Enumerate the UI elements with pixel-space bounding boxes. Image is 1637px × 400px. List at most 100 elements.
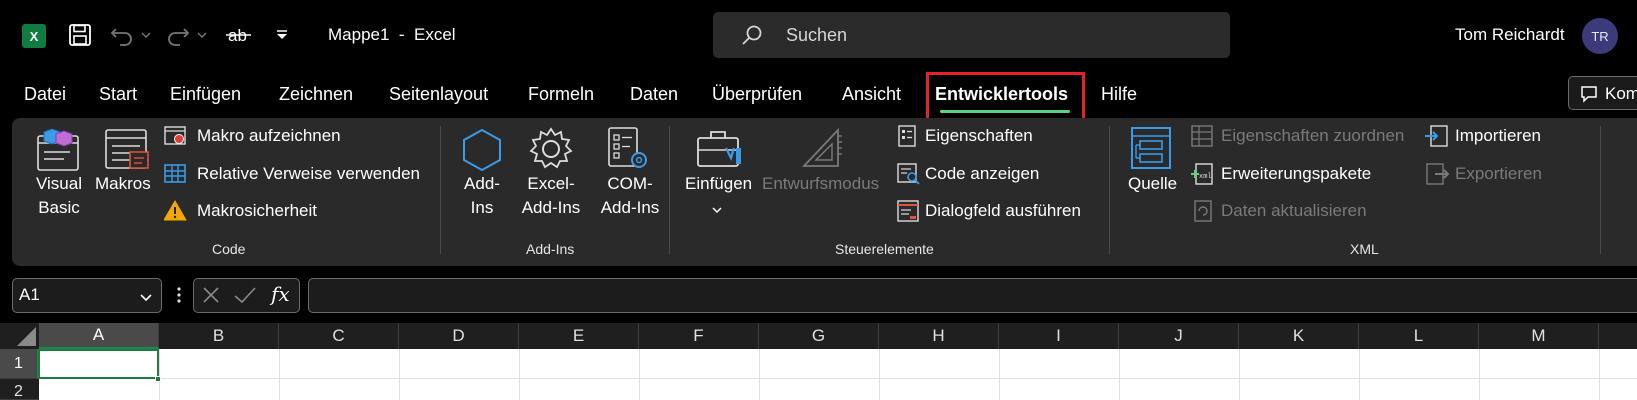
grid-line (519, 349, 520, 400)
warning-icon (163, 200, 188, 227)
row-header-1[interactable]: 1 (0, 349, 39, 379)
redo-icon[interactable] (160, 20, 194, 50)
grid-line (1359, 349, 1360, 400)
tab-einfuegen[interactable]: Einfügen (170, 84, 241, 105)
relative-references-icon (164, 163, 188, 190)
visual-basic-label-line1: Visual (36, 174, 82, 193)
com-addins-button[interactable]: COM- Add-Ins (596, 172, 664, 220)
tab-ansicht[interactable]: Ansicht (842, 84, 901, 105)
group-label-xml: XML (1350, 241, 1379, 257)
tab-formeln[interactable]: Formeln (528, 84, 594, 105)
design-mode-button[interactable]: Entwurfsmodus (762, 174, 879, 194)
undo-icon[interactable] (106, 20, 140, 50)
visual-basic-button[interactable]: Visual Basic (30, 172, 88, 220)
customize-toolbar-icon[interactable] (272, 20, 292, 50)
visual-basic-label-line2: Basic (38, 198, 80, 217)
refresh-data-icon (1191, 200, 1215, 227)
gear-icon[interactable] (528, 126, 574, 177)
chevron-down-icon[interactable] (139, 290, 153, 308)
macros-icon[interactable] (104, 128, 152, 177)
excel-addins-button[interactable]: Excel- Add-Ins (518, 172, 584, 220)
view-code-button[interactable]: Code anzeigen (925, 164, 1039, 184)
strikethrough-icon[interactable]: ab (222, 20, 256, 50)
map-properties-button[interactable]: Eigenschaften zuordnen (1221, 126, 1404, 146)
tab-seitenlayout[interactable]: Seitenlayout (389, 84, 488, 105)
addins-icon[interactable] (460, 128, 504, 177)
formula-input[interactable] (308, 278, 1637, 313)
tab-datei[interactable]: Datei (24, 84, 66, 105)
xml-source-icon[interactable] (1130, 126, 1174, 177)
tab-start[interactable]: Start (99, 84, 137, 105)
user-name[interactable]: Tom Reichardt (1455, 25, 1565, 45)
run-dialog-button[interactable]: Dialogfeld ausführen (925, 201, 1081, 221)
addins-button[interactable]: Add- Ins (458, 172, 506, 220)
grid-line (879, 349, 880, 400)
xml-source-button[interactable]: Quelle (1128, 174, 1177, 194)
design-mode-icon[interactable] (800, 126, 846, 177)
visual-basic-icon[interactable] (36, 128, 82, 177)
chevron-down-icon[interactable] (711, 202, 723, 220)
column-header-j[interactable]: J (1119, 323, 1239, 349)
tab-zeichnen[interactable]: Zeichnen (279, 84, 353, 105)
com-addins-icon[interactable] (606, 126, 650, 177)
toolbox-icon[interactable] (696, 128, 744, 177)
column-header-m[interactable]: M (1479, 323, 1599, 349)
expansion-packs-icon: xml (1191, 163, 1215, 190)
cancel-icon[interactable] (201, 285, 221, 310)
insert-control-button[interactable]: Einfügen (685, 174, 752, 194)
grid-line (39, 378, 1637, 379)
avatar[interactable]: TR (1582, 18, 1618, 54)
excel-addins-label-line2: Add-Ins (521, 198, 581, 217)
group-separator (669, 126, 670, 254)
column-header-f[interactable]: F (639, 323, 759, 349)
column-header-k[interactable]: K (1239, 323, 1359, 349)
record-macro-icon (164, 125, 188, 152)
insert-function-button[interactable]: fx (271, 282, 290, 306)
save-icon[interactable] (66, 20, 94, 50)
undo-dropdown-icon[interactable] (140, 20, 152, 50)
tab-hilfe[interactable]: Hilfe (1101, 84, 1137, 105)
name-box-value[interactable]: A1 (19, 285, 40, 305)
comments-label[interactable]: Kom (1605, 84, 1637, 104)
column-header-b[interactable]: B (159, 323, 279, 349)
column-header-h[interactable]: H (879, 323, 999, 349)
group-separator (1109, 126, 1110, 254)
grid-line (1479, 349, 1480, 400)
active-cell[interactable] (38, 349, 159, 379)
column-header-i[interactable]: I (999, 323, 1119, 349)
column-header-g[interactable]: G (759, 323, 879, 349)
column-header-e[interactable]: E (519, 323, 639, 349)
column-header-a[interactable]: A (39, 323, 159, 349)
tab-daten[interactable]: Daten (630, 84, 678, 105)
confirm-icon[interactable] (233, 285, 257, 310)
export-icon (1425, 163, 1450, 190)
refresh-data-button[interactable]: Daten aktualisieren (1221, 201, 1367, 221)
column-header-d[interactable]: D (399, 323, 519, 349)
addins-label-line1: Add- (464, 174, 500, 193)
relative-references-button[interactable]: Relative Verweise verwenden (197, 164, 420, 184)
group-label-code: Code (212, 241, 246, 257)
row-header-2[interactable]: 2 (0, 379, 39, 400)
properties-button[interactable]: Eigenschaften (925, 126, 1033, 146)
grid-line (1119, 349, 1120, 400)
export-button[interactable]: Exportieren (1455, 164, 1542, 184)
expansion-packs-button[interactable]: Erweiterungspakete (1221, 164, 1371, 184)
excel-addins-label-line1: Excel- (527, 174, 575, 193)
fill-handle[interactable] (155, 376, 161, 382)
run-dialog-icon (897, 200, 919, 227)
redo-dropdown-icon[interactable] (196, 20, 208, 50)
column-header-l[interactable]: L (1359, 323, 1479, 349)
tab-highlight-box (926, 72, 1085, 124)
select-all-corner[interactable] (0, 323, 39, 349)
search-placeholder[interactable]: Suchen (786, 25, 847, 46)
properties-icon (897, 125, 919, 152)
more-options-icon[interactable] (176, 285, 182, 310)
macro-security-button[interactable]: Makrosicherheit (197, 201, 317, 221)
column-header-c[interactable]: C (279, 323, 399, 349)
import-button[interactable]: Importieren (1455, 126, 1541, 146)
macros-button[interactable]: Makros (95, 174, 151, 194)
document-title: Mappe1 - Excel (328, 25, 456, 44)
tab-ueberpruefen[interactable]: Überprüfen (712, 84, 802, 105)
grid-line (159, 349, 160, 400)
record-macro-button[interactable]: Makro aufzeichnen (197, 126, 341, 146)
